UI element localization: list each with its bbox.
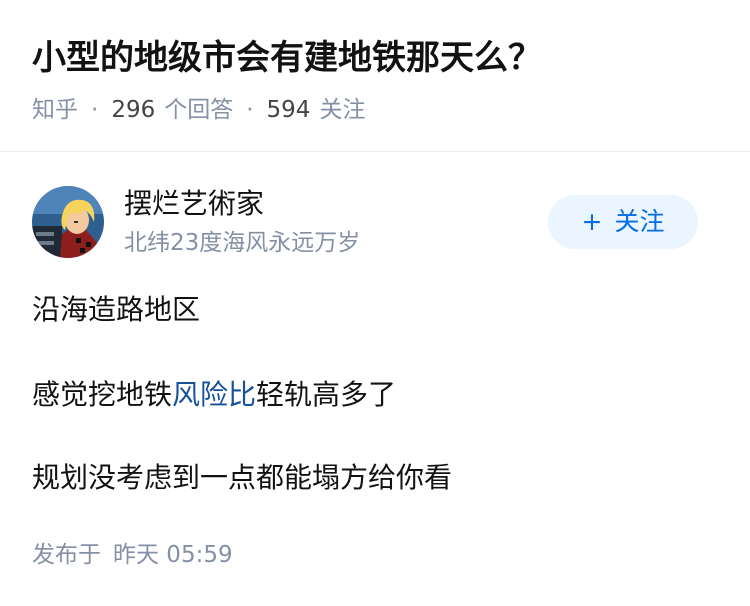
answer-paragraph: 沿海造路地区 [32, 293, 201, 326]
answer-paragraph: 感觉挖地铁风险比轻轨高多了 [32, 375, 396, 415]
plus-icon: + [581, 207, 603, 236]
follow-button[interactable]: + 关注 [548, 195, 698, 249]
question-header: 小型的地级市会有建地铁那天么？ 知乎 · 296 个回答 · 594 关注 [0, 0, 750, 150]
follower-count: 594 [266, 97, 311, 123]
meta-separator: · [91, 97, 99, 123]
publish-label: 发布于 [32, 542, 101, 568]
author-bio: 北纬23度海风永远万岁 [124, 230, 361, 256]
answer-count-label: 个回答 [164, 97, 234, 123]
follower-count-label: 关注 [319, 97, 366, 123]
author-name[interactable]: 摆烂艺術家 [124, 184, 264, 224]
follow-button-label: 关注 [614, 207, 665, 236]
search-keyword-link[interactable]: 风险比 [172, 378, 256, 411]
section-divider [0, 151, 750, 152]
answer-paragraph: 规划没考虑到一点都能塌方给你看 [32, 461, 453, 494]
answer-count: 296 [111, 97, 156, 123]
publish-timestamp: 昨天 05:59 [113, 542, 233, 568]
question-title[interactable]: 小型的地级市会有建地铁那天么？ [32, 34, 542, 82]
meta-separator: · [246, 97, 254, 123]
question-meta: 知乎 · 296 个回答 · 594 关注 [32, 92, 365, 128]
avatar[interactable] [32, 186, 104, 258]
avatar-image [32, 186, 104, 258]
answer-text: 感觉挖地铁 [32, 378, 173, 411]
source-label: 知乎 [32, 97, 78, 123]
publish-time: 发布于 昨天 05:59 [32, 538, 233, 572]
answer-text: 轻轨高多了 [256, 378, 397, 411]
